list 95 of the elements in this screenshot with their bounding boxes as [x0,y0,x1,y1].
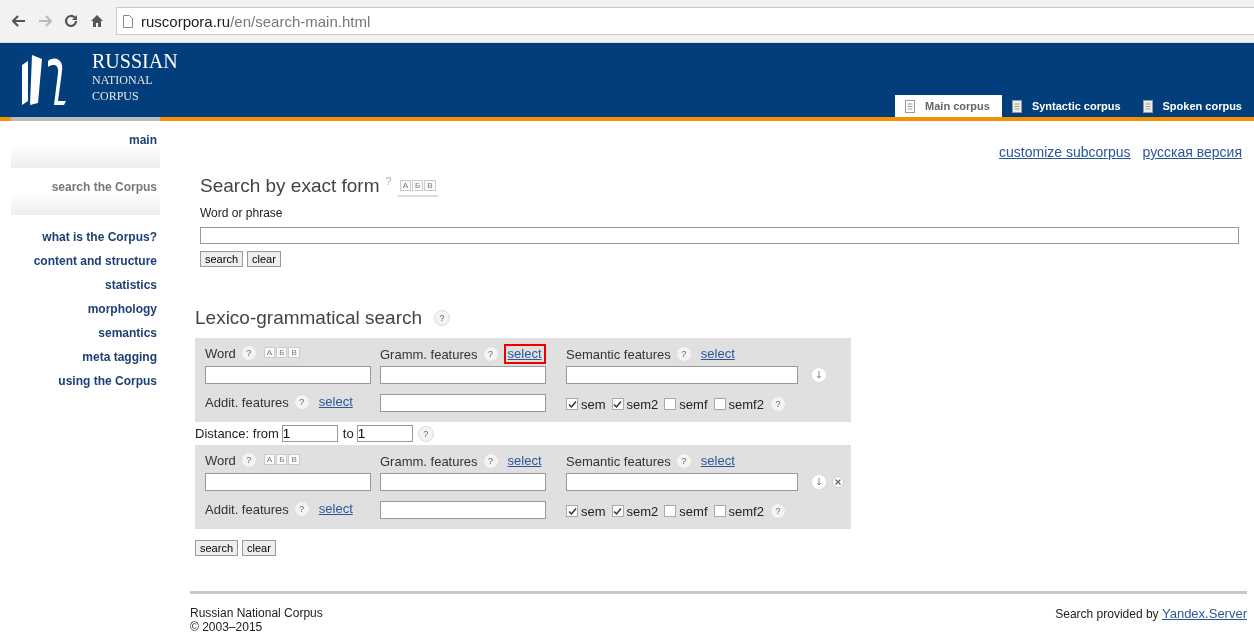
field-label: Addit. features [205,501,289,517]
form-button[interactable]: search [195,540,239,556]
header-link[interactable]: customize subcorpus [999,144,1131,160]
site-title: RUSSIAN [92,50,178,72]
form-button[interactable]: clear [242,540,276,556]
select-link[interactable]: select [314,499,357,519]
checkbox-label: sem [581,503,606,519]
help-icon[interactable]: ? [675,346,692,362]
document-icon [905,99,916,113]
phrase-input[interactable] [200,227,1239,244]
help-icon[interactable]: ? [769,503,786,519]
field-label: Semantic features [566,346,671,362]
distance-label: to [342,426,354,441]
footer-text: Russian National Corpus [190,606,323,620]
gramm-input[interactable] [380,473,546,491]
checkbox-label: sem [581,396,606,412]
corpus-tab[interactable]: Spoken corpus [1132,95,1254,117]
checkbox-label: semf2 [728,503,764,519]
keyboard-button[interactable]: А Б В [261,453,302,471]
word-input[interactable] [205,473,371,491]
document-icon [1011,99,1022,113]
section-heading: Lexico-grammatical search [195,307,423,329]
semantic-input[interactable] [566,366,798,384]
sidebar-link[interactable]: using the Corpus [11,369,160,393]
field-label: Gramm. features [380,453,478,469]
select-link[interactable]: select [503,451,546,471]
select-link[interactable]: select [503,344,546,364]
checkbox[interactable] [566,505,578,517]
field-label: Word or phrase [200,206,284,220]
word-input[interactable] [205,366,371,384]
address-bar[interactable]: ruscorpora.ru/en/search-main.html [116,7,1254,35]
footer-text: Search provided by [1055,607,1159,621]
help-icon[interactable]: ? [482,453,499,469]
sidebar-link[interactable]: what is the Corpus? [11,225,160,249]
corpus-tab[interactable]: Main corpus [895,95,1002,117]
provider-link[interactable]: Yandex.Server [1161,606,1247,621]
checkbox-label: sem2 [626,396,659,412]
document-icon [1142,99,1153,113]
checkbox[interactable] [566,398,578,410]
site-subtitle: CORPUS [92,88,140,104]
page-icon [123,14,133,28]
home-icon[interactable] [90,14,104,28]
close-icon[interactable] [832,476,844,488]
checkbox-label: semf2 [728,396,764,412]
help-icon[interactable]: ? [482,346,499,362]
distance-from-input[interactable]: 1 [281,425,338,442]
distance-to-input[interactable]: 1 [356,425,413,442]
checkbox[interactable] [713,398,726,410]
forward-icon[interactable] [38,15,52,27]
sidebar-link[interactable]: content and structure [11,249,160,273]
distance-label: Distance: from [195,426,279,441]
reload-icon[interactable] [64,14,78,28]
help-icon[interactable]: ? [675,453,692,469]
field-label: Semantic features [566,453,671,469]
select-link[interactable]: select [314,392,357,412]
site-subtitle: NATIONAL [92,72,154,88]
addit-input[interactable] [380,501,546,519]
help-icon[interactable]: ? [293,394,310,410]
select-link[interactable]: select [696,451,739,471]
select-link[interactable]: select [696,344,739,364]
keyboard-button[interactable]: А Б В [261,346,302,364]
checkbox-label: semf [679,396,708,412]
checkbox[interactable] [611,398,624,410]
url-text: ruscorpora.ru/en/search-main.html [141,12,371,30]
section-heading: Search by exact form [200,175,380,197]
help-icon[interactable]: ? [293,501,310,517]
help-icon[interactable]: ? [434,310,451,326]
field-label: Word [205,452,236,468]
sidebar-link[interactable]: meta tagging [11,345,160,369]
checkbox[interactable] [713,505,726,517]
checkbox[interactable] [611,505,624,517]
field-label: Addit. features [205,394,289,410]
corpus-tab[interactable]: Syntactic corpus [1001,95,1133,117]
checkbox-label: sem2 [626,503,659,519]
checkbox[interactable] [664,398,677,410]
addit-input[interactable] [380,394,546,412]
field-label: Word [205,345,236,361]
checkbox[interactable] [664,505,677,517]
gramm-input[interactable] [380,366,546,384]
help-icon[interactable]: ? [240,345,257,361]
semantic-input[interactable] [566,473,798,491]
form-button[interactable]: search [200,251,244,267]
checkbox-label: semf [679,503,708,519]
sidebar-link[interactable]: morphology [11,297,160,321]
help-icon[interactable]: ? [417,425,434,442]
form-button[interactable]: clear [247,251,281,267]
help-icon[interactable]: ? [769,396,786,412]
copyright-text: © 2003–2015 [190,620,264,634]
help-icon[interactable]: ? [240,452,257,468]
field-label: Gramm. features [380,346,478,362]
keyboard-button[interactable]: А Б В [397,179,438,197]
sidebar-link[interactable]: statistics [11,273,160,297]
header-link[interactable]: русская версия [1142,144,1242,160]
back-icon[interactable] [12,15,26,27]
sidebar-link[interactable]: semantics [11,321,160,345]
